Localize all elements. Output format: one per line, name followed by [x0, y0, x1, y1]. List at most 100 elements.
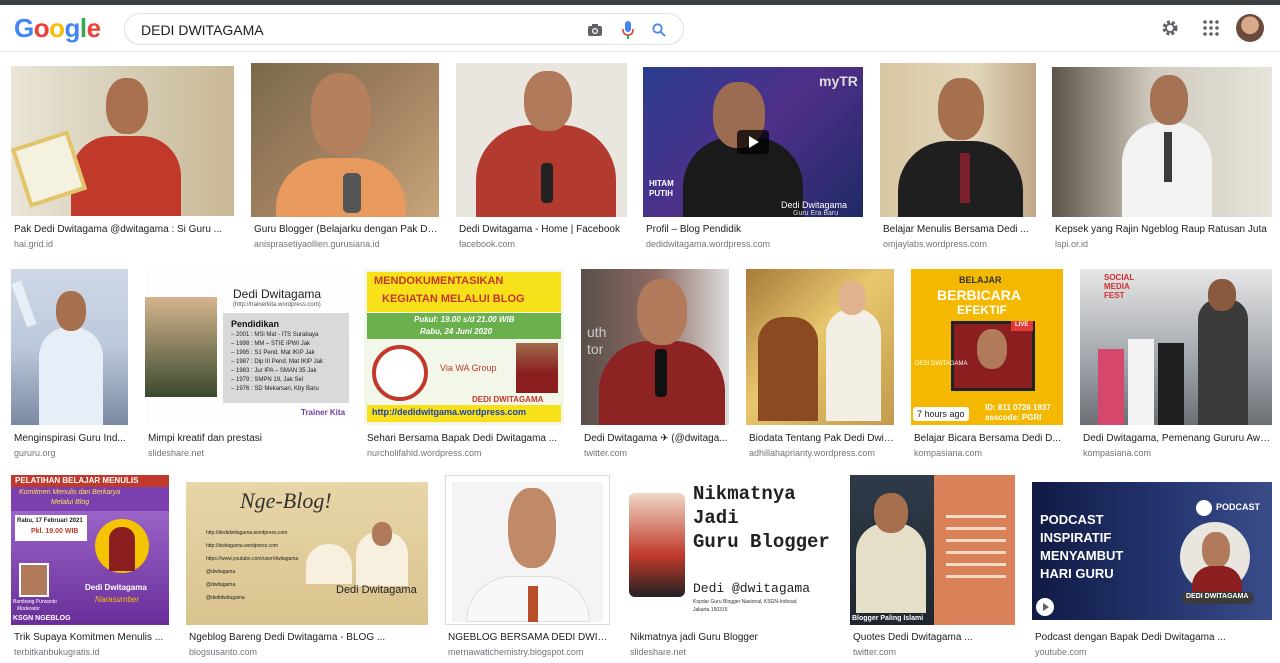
result-thumbnail[interactable]: BELAJAR BERBICARA EFEKTIF LIVE DEDI DWIT… — [911, 269, 1063, 425]
image-result[interactable]: myTR HITAM PUTIH Dedi Dwitagama Guru Era… — [643, 67, 863, 251]
result-caption[interactable]: Guru Blogger (Belajarku dengan Pak De... — [254, 224, 440, 235]
image-result[interactable]: Nge-Blog! http://dedidwitagama.wordpress… — [186, 482, 428, 663]
result-source[interactable]: slideshare.net — [148, 448, 348, 458]
result-source[interactable]: terbitkanbukugratis.id — [14, 647, 169, 657]
result-caption[interactable]: Quotes Dedi Dwitagama ... — [853, 632, 1015, 643]
logo-letter: o — [33, 13, 50, 43]
logo-letter: G — [14, 13, 34, 43]
result-source[interactable]: dedidwitagama.wordpress.com — [646, 239, 862, 249]
result-thumbnail[interactable]: PODCAST INSPIRATIF MENYAMBUT HARI GURU P… — [1032, 482, 1272, 620]
thumb-text: HITAM — [649, 179, 674, 188]
apps-grid-icon[interactable] — [1198, 15, 1224, 41]
result-source[interactable]: youtube.com — [1035, 647, 1273, 657]
result-caption[interactable]: Dedi Dwitagama ✈ (@dwitaga... — [584, 433, 729, 444]
result-caption[interactable]: Biodata Tentang Pak Dedi Dwit... — [749, 433, 894, 444]
thumb-text: DEDI DWITAGAMA — [915, 361, 968, 367]
camera-icon[interactable] — [585, 20, 605, 40]
google-logo[interactable]: Google — [14, 13, 101, 44]
thumb-text: Rabu, 24 Juni 2020 — [420, 327, 493, 336]
image-result[interactable]: Blogger Paling Islami Quotes Dedi Dwitag… — [850, 475, 1015, 663]
account-avatar[interactable] — [1236, 14, 1264, 42]
result-thumbnail[interactable]: Nge-Blog! http://dedidwitagama.wordpress… — [186, 482, 428, 625]
thumb-text: – 1976 : SD Mekarsari, Kby Baru — [231, 386, 319, 392]
microphone-icon[interactable] — [618, 20, 638, 40]
result-thumbnail[interactable]: MENDOKUMENTASIKAN KEGIATAN MELALUI BLOG … — [364, 269, 564, 425]
result-caption[interactable]: Pak Dedi Dwitagama @dwitagama : Si Guru … — [14, 224, 234, 235]
thumb-text: http://dedidwitgama.wordpress.com — [372, 407, 527, 417]
result-source[interactable]: mernawatichemistry.blogspot.com — [448, 647, 610, 657]
image-result[interactable]: Kepsek yang Rajin Ngeblog Raup Ratusan J… — [1052, 67, 1272, 251]
image-result[interactable]: Belajar Menulis Bersama Dedi ... omjayla… — [880, 63, 1036, 251]
thumb-text: Nikmatnya — [693, 483, 796, 505]
search-box[interactable] — [124, 13, 684, 45]
image-result[interactable]: Pak Dedi Dwitagama @dwitagama : Si Guru … — [11, 66, 234, 251]
image-result[interactable]: NGEBLOG BERSAMA DEDI DWITA... mernawatic… — [445, 475, 610, 663]
result-caption[interactable]: Mimpi kreatif dan prestasi — [148, 433, 348, 444]
result-caption[interactable]: Podcast dengan Bapak Dedi Dwitagama ... — [1035, 632, 1273, 643]
result-caption[interactable]: Sehari Bersama Bapak Dedi Dwitagama ... — [367, 433, 563, 444]
result-caption[interactable]: Belajar Menulis Bersama Dedi ... — [883, 224, 1035, 235]
result-thumbnail[interactable] — [746, 269, 894, 425]
result-source[interactable]: adhillahaprianty.wordpress.com — [749, 448, 894, 458]
thumb-text: @dwitagama — [206, 569, 236, 575]
result-thumbnail[interactable]: Blogger Paling Islami — [850, 475, 1015, 625]
search-input[interactable] — [141, 20, 571, 40]
thumb-text: Pukul: 19.00 s/d 21.00 WIB — [414, 315, 515, 324]
result-thumbnail[interactable] — [11, 66, 234, 216]
result-thumbnail[interactable] — [11, 269, 128, 425]
image-result[interactable]: SOCIAL MEDIA FEST Dedi Dwitagama, Pemena… — [1080, 269, 1273, 458]
thumb-text: FEST — [1104, 291, 1125, 300]
result-thumbnail[interactable] — [880, 63, 1036, 217]
result-caption[interactable]: Kepsek yang Rajin Ngeblog Raup Ratusan J… — [1055, 224, 1271, 235]
image-result[interactable]: Dedi Dwitagama - Home | Facebook faceboo… — [456, 63, 627, 251]
result-caption[interactable]: NGEBLOG BERSAMA DEDI DWITA... — [448, 632, 610, 643]
result-caption[interactable]: Ngeblog Bareng Dedi Dwitagama - BLOG ... — [189, 632, 429, 643]
result-source[interactable]: lspi.or.id — [1055, 239, 1271, 249]
thumb-text: PELATIHAN BELAJAR MENULIS — [15, 476, 139, 485]
play-icon[interactable] — [737, 130, 769, 154]
result-source[interactable]: twitter.com — [584, 448, 729, 458]
image-result[interactable]: Dedi Dwitagama (http://trainerkita.wordp… — [145, 269, 349, 458]
result-source[interactable]: omjaylabs.wordpress.com — [883, 239, 1035, 249]
image-result[interactable]: Nikmatnya Jadi Guru Blogger Dedi @dwitag… — [627, 475, 833, 663]
result-source[interactable]: slideshare.net — [630, 647, 834, 657]
result-source[interactable]: twitter.com — [853, 647, 1015, 657]
result-thumbnail[interactable]: Nikmatnya Jadi Guru Blogger Dedi @dwitag… — [627, 475, 833, 625]
result-thumbnail[interactable] — [251, 63, 439, 217]
result-caption[interactable]: Profil – Blog Pendidik — [646, 224, 862, 235]
result-thumbnail[interactable] — [1052, 67, 1272, 217]
result-thumbnail[interactable]: SOCIAL MEDIA FEST — [1080, 269, 1272, 425]
thumb-text: KEGIATAN MELALUI BLOG — [382, 293, 525, 305]
result-source[interactable]: facebook.com — [459, 239, 627, 249]
play-icon[interactable] — [1036, 598, 1054, 616]
result-caption[interactable]: Nikmatnya jadi Guru Blogger — [630, 632, 834, 643]
result-source[interactable]: blogsusanto.com — [189, 647, 429, 657]
result-source[interactable]: kompasiana.com — [1083, 448, 1273, 458]
image-result[interactable]: BELAJAR BERBICARA EFEKTIF LIVE DEDI DWIT… — [911, 269, 1063, 458]
result-source[interactable]: gururu.org — [14, 448, 128, 458]
image-result[interactable]: Menginspirasi Guru Ind... gururu.org — [11, 269, 128, 458]
result-thumbnail[interactable]: Dedi Dwitagama (http://trainerkita.wordp… — [145, 269, 349, 425]
image-result[interactable]: PODCAST INSPIRATIF MENYAMBUT HARI GURU P… — [1032, 482, 1272, 663]
result-source[interactable]: kompasiana.com — [914, 448, 1064, 458]
result-source[interactable]: nurcholifahid.wordpress.com — [367, 448, 563, 458]
image-result[interactable]: PELATIHAN BELAJAR MENULIS Komitmen Menul… — [11, 475, 169, 663]
result-caption[interactable]: Menginspirasi Guru Ind... — [14, 433, 128, 444]
result-source[interactable]: hai.grid.id — [14, 239, 234, 249]
result-thumbnail[interactable]: PELATIHAN BELAJAR MENULIS Komitmen Menul… — [11, 475, 169, 625]
result-caption[interactable]: Dedi Dwitagama - Home | Facebook — [459, 224, 627, 235]
image-result[interactable]: uth tor Dedi Dwitagama ✈ (@dwitaga... tw… — [581, 269, 729, 458]
image-result[interactable]: Guru Blogger (Belajarku dengan Pak De...… — [251, 63, 440, 251]
result-caption[interactable]: Dedi Dwitagama, Pemenang Gururu Awa... — [1083, 433, 1273, 444]
result-caption[interactable]: Belajar Bicara Bersama Dedi D... — [914, 433, 1064, 444]
image-result[interactable]: Biodata Tentang Pak Dedi Dwit... adhilla… — [746, 269, 894, 458]
image-result[interactable]: MENDOKUMENTASIKAN KEGIATAN MELALUI BLOG … — [364, 269, 564, 458]
result-thumbnail[interactable]: uth tor — [581, 269, 729, 425]
result-thumbnail[interactable]: myTR HITAM PUTIH Dedi Dwitagama Guru Era… — [643, 67, 863, 217]
gear-icon[interactable] — [1157, 15, 1183, 41]
result-source[interactable]: anisprasetiyaollien.gurusiana.id — [254, 239, 440, 249]
result-caption[interactable]: Trik Supaya Komitmen Menulis ... — [14, 632, 169, 643]
search-icon[interactable] — [649, 20, 669, 40]
result-thumbnail[interactable] — [456, 63, 627, 217]
result-thumbnail[interactable] — [445, 475, 610, 625]
